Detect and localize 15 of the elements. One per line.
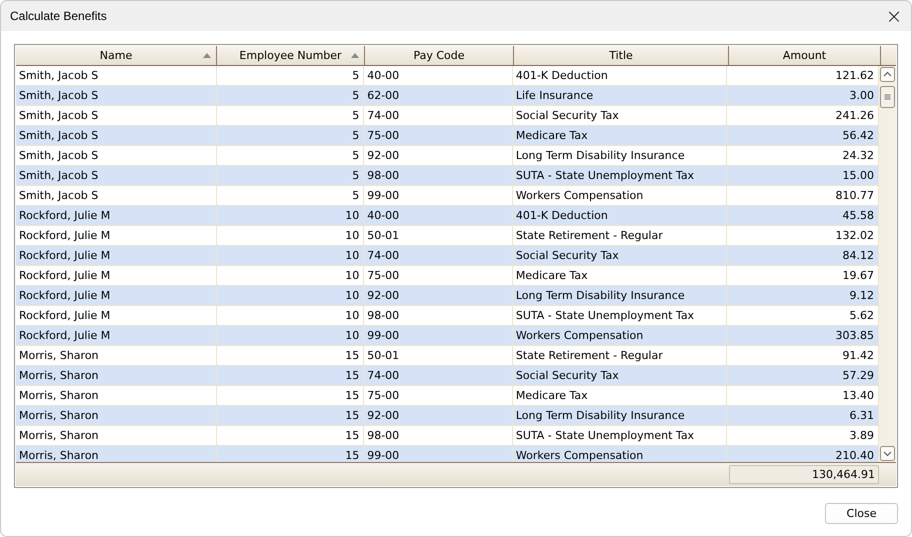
sort-arrow-icon [351,53,359,58]
close-button[interactable]: × [879,1,909,31]
scrollbar[interactable] [879,66,896,462]
scroll-down-icon[interactable] [880,446,896,461]
column-header[interactable]: Title [514,46,729,65]
column-header[interactable]: Pay Code [365,46,514,65]
window-title: Calculate Benefits [10,9,107,23]
sort-arrow-icon [203,53,211,58]
scroll-up-icon[interactable] [880,67,896,82]
total-field: 130,464.91 [729,465,879,484]
scroll-thumb[interactable] [880,86,896,108]
close-button[interactable]: Close [825,503,898,524]
column-header[interactable]: Employee Number [217,46,365,65]
column-header[interactable]: Name [16,46,217,65]
column-header[interactable]: Amount [729,46,881,65]
